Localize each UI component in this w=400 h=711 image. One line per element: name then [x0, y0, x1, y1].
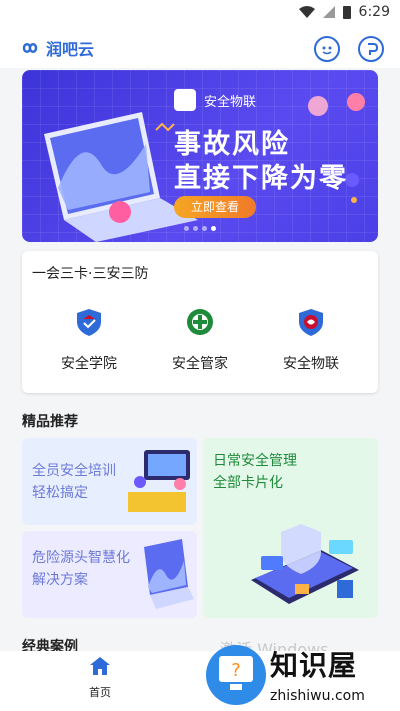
recommend-tile-training[interactable]: 全员安全培训 轻松搞定 [22, 438, 197, 525]
shield-graduation-icon [77, 309, 101, 336]
status-icons: 6:29 [298, 4, 390, 20]
app-name: 润吧云 [46, 40, 95, 59]
hazard-laptop-illustration [144, 539, 194, 609]
site-url: zhishiwu.com [270, 688, 365, 704]
pager-dot[interactable] [202, 226, 207, 231]
battery-icon [342, 6, 351, 19]
shield-iot-icon [174, 89, 196, 111]
status-time: 6:29 [358, 4, 390, 20]
profile-button[interactable] [358, 36, 384, 62]
pager-dot[interactable] [184, 226, 189, 231]
banner-pager [184, 226, 216, 231]
pager-dot[interactable] [193, 226, 198, 231]
service-item-iot[interactable]: 安全物联 [266, 307, 356, 373]
services-card-title: 一会三卡·三安三防 [32, 266, 149, 282]
banner-headline-2: 直接下降为零 [174, 163, 348, 194]
management-illustration [251, 524, 359, 604]
site-brand: 知识屋 [270, 649, 358, 682]
tab-home-label: 首页 [89, 686, 111, 699]
pager-dot-active[interactable] [211, 226, 216, 231]
signal-icon [322, 6, 335, 18]
tile-line2: 全部卡片化 [213, 475, 283, 491]
logo-infinity-icon [22, 43, 38, 53]
chat-button[interactable] [314, 36, 340, 62]
home-icon [90, 657, 110, 675]
app-logo: 润吧云 [18, 36, 94, 60]
recommend-section-title: 精品推荐 [22, 414, 78, 430]
service-item-butler[interactable]: 安全管家 [155, 307, 245, 373]
service-label: 安全管家 [172, 356, 228, 372]
tile-line2: 轻松搞定 [32, 485, 88, 501]
banner-chip-label: 安全物联 [204, 94, 257, 110]
tile-line1: 日常安全管理 [213, 453, 297, 469]
tile-line2: 解决方案 [32, 572, 88, 588]
service-item-academy[interactable]: 安全学院 [44, 307, 134, 373]
safety-emblem-icon [187, 309, 213, 335]
shield-iot-icon [299, 309, 323, 336]
services-card: 一会三卡·三安三防 安全学院 安全管家 安全物联 [22, 251, 378, 393]
recommend-tile-management[interactable]: 日常安全管理 全部卡片化 [203, 438, 378, 618]
banner-cta-button[interactable]: 立即查看 [174, 196, 256, 218]
service-label: 安全学院 [61, 356, 117, 372]
wifi-icon [298, 6, 315, 18]
training-illustration [128, 450, 190, 512]
promo-banner[interactable]: 安全物联 事故风险 直接下降为零 立即查看 [22, 70, 378, 242]
service-label: 安全物联 [283, 356, 339, 372]
help-monitor-icon: ? [206, 645, 266, 705]
tab-home[interactable]: 首页 [70, 656, 130, 700]
recommend-tile-hazard[interactable]: 危险源头智慧化 解决方案 [22, 531, 197, 618]
tile-line1: 全员安全培训 [32, 463, 116, 479]
tile-line1: 危险源头智慧化 [32, 550, 130, 566]
chat-icon [322, 46, 332, 55]
svg-text:?: ? [231, 660, 241, 681]
banner-chip: 安全物联 [174, 86, 256, 114]
profile-icon [368, 43, 379, 55]
